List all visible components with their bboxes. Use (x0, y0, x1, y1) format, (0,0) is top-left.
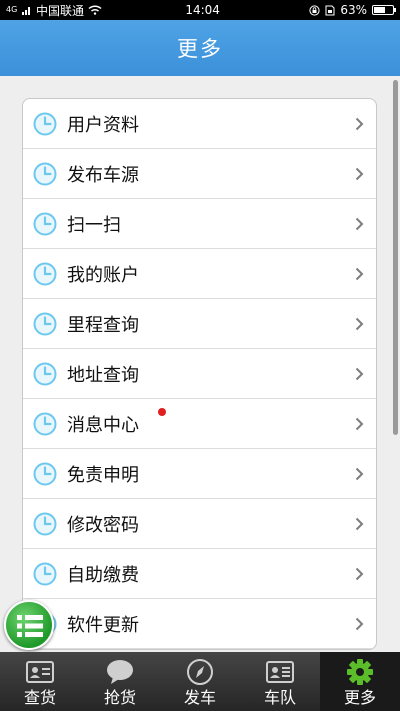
compass-icon (187, 659, 213, 685)
clock-icon (33, 212, 57, 236)
menu-list: 用户资料发布车源扫一扫我的账户里程查询地址查询消息中心免责申明修改密码自助缴费软… (22, 98, 377, 650)
menu-item[interactable]: 扫一扫 (23, 199, 376, 249)
tab-label: 发车 (183, 688, 216, 707)
chevron-right-icon (355, 417, 364, 431)
clock-icon (33, 462, 57, 486)
menu-item-label: 我的账户 (67, 264, 139, 286)
signal-badge: 4G (6, 5, 18, 14)
content-area[interactable]: 用户资料发布车源扫一扫我的账户里程查询地址查询消息中心免责申明修改密码自助缴费软… (0, 76, 400, 652)
menu-item-label: 自助缴费 (67, 564, 139, 586)
tab-4[interactable]: 更多 (320, 652, 400, 711)
notification-dot (158, 408, 166, 416)
signal-icon (22, 7, 30, 15)
clock-icon (33, 262, 57, 286)
chevron-right-icon (355, 367, 364, 381)
chevron-right-icon (355, 617, 364, 631)
menu-item-label: 免责申明 (67, 464, 139, 486)
chevron-right-icon (355, 167, 364, 181)
list-icon (17, 615, 43, 637)
tab-1[interactable]: 抢货 (80, 652, 160, 711)
menu-item[interactable]: 软件更新 (23, 599, 376, 649)
bottom-nav: 查货 抢货 发车 车队 更多 (0, 652, 400, 711)
clock-icon (33, 312, 57, 336)
menu-item[interactable]: 自助缴费 (23, 549, 376, 599)
tab-label: 更多 (343, 688, 376, 707)
clock-icon (33, 162, 57, 186)
menu-item-label: 里程查询 (67, 314, 139, 336)
chevron-right-icon (355, 117, 364, 131)
rotation-lock-icon (309, 4, 320, 16)
id-card-icon (26, 661, 54, 683)
menu-item-label: 修改密码 (67, 514, 139, 536)
clock-icon (33, 112, 57, 136)
gear-icon (347, 659, 373, 685)
clock-icon (33, 362, 57, 386)
chevron-right-icon (355, 467, 364, 481)
menu-item-label: 地址查询 (67, 364, 139, 386)
clock-icon (33, 562, 57, 586)
menu-item[interactable]: 消息中心 (23, 399, 376, 449)
clock-icon (33, 412, 57, 436)
tab-label: 车队 (263, 688, 296, 707)
menu-item-label: 软件更新 (67, 614, 139, 636)
menu-item[interactable]: 免责申明 (23, 449, 376, 499)
carrier-name: 中国联通 (36, 3, 85, 18)
menu-item[interactable]: 用户资料 (23, 99, 376, 149)
header-bar: 更多 (0, 20, 400, 76)
tab-0[interactable]: 查货 (0, 652, 80, 711)
chevron-right-icon (355, 567, 364, 581)
menu-item[interactable]: 里程查询 (23, 299, 376, 349)
tab-3[interactable]: 车队 (240, 652, 320, 711)
menu-item[interactable]: 地址查询 (23, 349, 376, 399)
tab-label: 抢货 (103, 688, 136, 707)
page-title: 更多 (177, 37, 223, 61)
menu-item[interactable]: 我的账户 (23, 249, 376, 299)
contact-card-icon (266, 661, 294, 683)
clock-icon (33, 512, 57, 536)
sim-icon (325, 5, 335, 15)
menu-item-label: 发布车源 (67, 164, 139, 186)
chevron-right-icon (355, 317, 364, 331)
chevron-right-icon (355, 517, 364, 531)
tab-label: 查货 (23, 688, 56, 707)
battery-icon (372, 5, 396, 15)
menu-item[interactable]: 修改密码 (23, 499, 376, 549)
battery-percent: 63% (340, 3, 367, 17)
status-time: 14:04 (185, 3, 220, 17)
menu-item-label: 用户资料 (67, 114, 139, 136)
scrollbar[interactable] (393, 80, 398, 435)
chat-bubble-icon (107, 660, 133, 684)
menu-item[interactable]: 发布车源 (23, 149, 376, 199)
chevron-right-icon (355, 267, 364, 281)
tab-2[interactable]: 发车 (160, 652, 240, 711)
status-bar: 4G 中国联通 14:04 63% (0, 0, 400, 20)
floating-menu-button[interactable] (4, 600, 54, 650)
chevron-right-icon (355, 217, 364, 231)
menu-item-label: 扫一扫 (67, 214, 121, 236)
menu-item-label: 消息中心 (67, 414, 139, 436)
